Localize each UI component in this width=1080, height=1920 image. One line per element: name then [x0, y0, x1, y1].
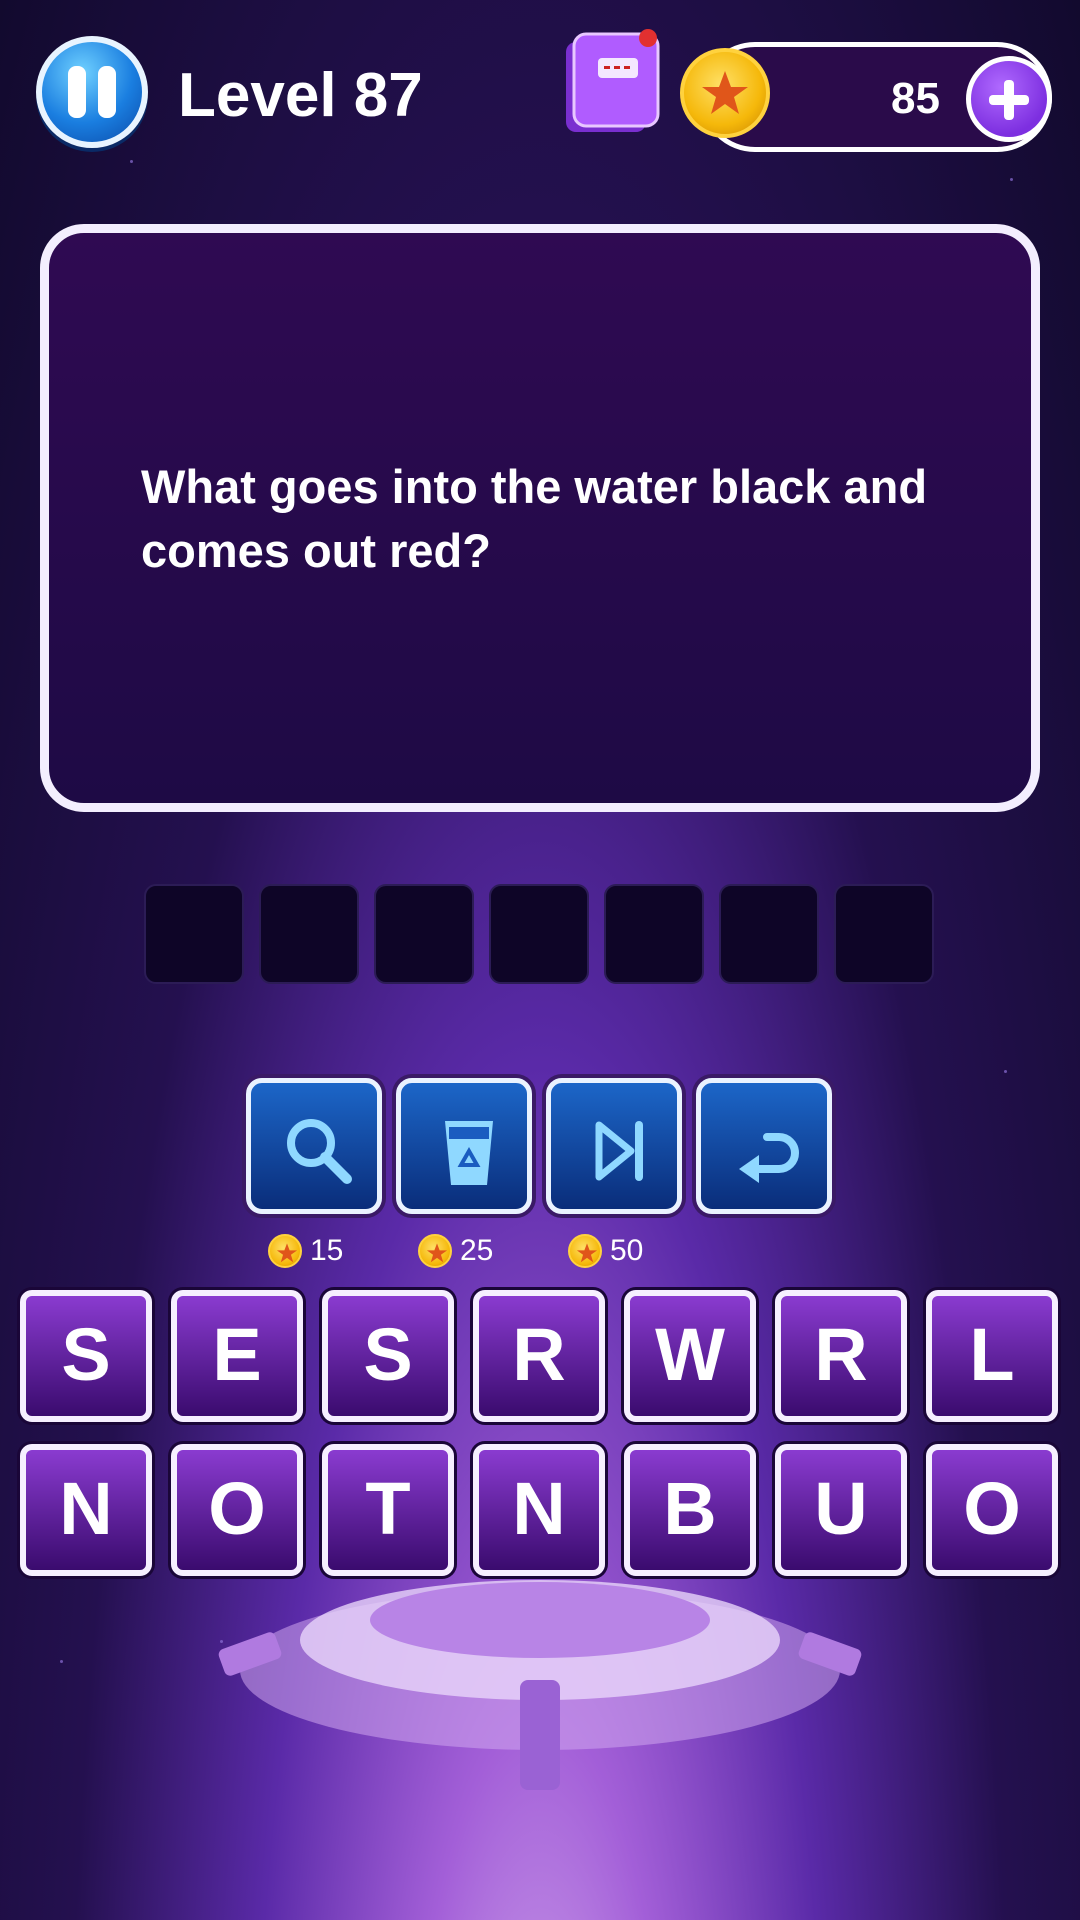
answer-slots: [144, 884, 936, 984]
recycle-bin-icon: [445, 1121, 493, 1185]
coin-count: 85: [891, 74, 940, 123]
letter-tile[interactable]: S: [322, 1290, 454, 1422]
magnifier-icon: [287, 1119, 352, 1184]
undo-icon: [739, 1133, 799, 1183]
answer-slot[interactable]: [604, 884, 704, 984]
decorative-platform: [180, 1560, 900, 1860]
answer-slot[interactable]: [374, 884, 474, 984]
question-text: What goes into the water black and comes…: [141, 460, 928, 577]
letter-tile[interactable]: R: [775, 1290, 907, 1422]
level-title: Level 87: [178, 61, 423, 130]
letter-tile[interactable]: T: [322, 1444, 454, 1576]
remove-letters-button[interactable]: [396, 1078, 532, 1214]
skip-level-cost: 50: [568, 1232, 668, 1272]
letter-tile[interactable]: L: [926, 1290, 1058, 1422]
letter-tile[interactable]: S: [20, 1290, 152, 1422]
reveal-letter-cost: 15: [268, 1232, 368, 1272]
letter-tile[interactable]: U: [775, 1444, 907, 1576]
letter-tile[interactable]: N: [20, 1444, 152, 1576]
helper-buttons: [246, 1078, 838, 1218]
coin-icon: [268, 1234, 302, 1268]
cost-value: 15: [310, 1234, 344, 1267]
top-bar: Level 87 85: [0, 0, 1080, 200]
coin-icon: [418, 1234, 452, 1268]
letter-tile[interactable]: B: [624, 1444, 756, 1576]
letter-tile[interactable]: E: [171, 1290, 303, 1422]
skip-level-button[interactable]: [546, 1078, 682, 1214]
coin-icon: [568, 1234, 602, 1268]
cost-value: 50: [610, 1234, 644, 1267]
question-card: What goes into the water black and comes…: [40, 224, 1040, 812]
answer-slot[interactable]: [144, 884, 244, 984]
answer-slot[interactable]: [259, 884, 359, 984]
undo-button[interactable]: [696, 1078, 832, 1214]
letter-tile[interactable]: O: [171, 1444, 303, 1576]
pause-button[interactable]: [36, 36, 148, 148]
skip-icon: [595, 1121, 643, 1181]
remove-letters-cost: 25: [418, 1232, 518, 1272]
letter-tile[interactable]: O: [926, 1444, 1058, 1576]
letter-tile[interactable]: W: [624, 1290, 756, 1422]
letter-grid: S E S R W R L N O T N B U O: [20, 1290, 1060, 1580]
coin-icon: [680, 48, 770, 138]
answer-slot[interactable]: [489, 884, 589, 984]
hint-book-icon[interactable]: [560, 28, 668, 136]
answer-slot[interactable]: [719, 884, 819, 984]
reveal-letter-button[interactable]: [246, 1078, 382, 1214]
cost-value: 25: [460, 1234, 494, 1267]
add-coins-button[interactable]: [966, 56, 1052, 142]
letter-tile[interactable]: R: [473, 1290, 605, 1422]
letter-tile[interactable]: N: [473, 1444, 605, 1576]
answer-slot[interactable]: [834, 884, 934, 984]
